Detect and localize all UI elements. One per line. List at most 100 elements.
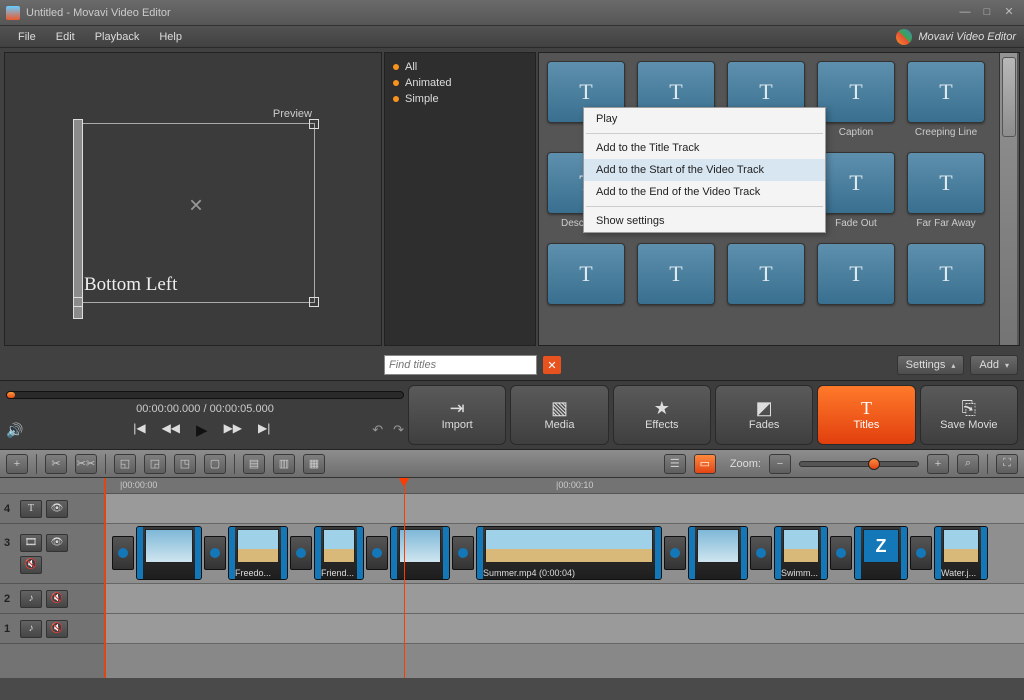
resize-handle-tl[interactable]	[73, 119, 83, 319]
transition[interactable]	[112, 536, 134, 570]
resize-handle-br[interactable]	[309, 297, 319, 307]
prev-keyframe-button[interactable]: |◀	[133, 421, 145, 439]
track-toggle-icon[interactable]: 👁	[46, 534, 68, 552]
undo-button[interactable]: ↶	[372, 422, 383, 438]
title-tile[interactable]: TCreeping Line	[907, 61, 985, 138]
clip[interactable]	[136, 526, 202, 580]
search-titles-input[interactable]	[384, 355, 537, 375]
tool-button[interactable]: ▢	[204, 454, 226, 474]
transition[interactable]	[750, 536, 772, 570]
module-fades[interactable]: ◩Fades	[715, 385, 813, 445]
track-header-1[interactable]: 1♪🔇	[0, 614, 104, 644]
step-back-button[interactable]: ◀◀	[162, 421, 180, 439]
clip[interactable]	[390, 526, 450, 580]
track-header-3[interactable]: 3🎞👁🔇	[0, 524, 104, 584]
transition[interactable]	[664, 536, 686, 570]
menu-playback[interactable]: Playback	[85, 28, 150, 46]
transition[interactable]	[290, 536, 312, 570]
scrollbar-thumb[interactable]	[1002, 57, 1016, 137]
view-mode-button-active[interactable]: ▭	[694, 454, 716, 474]
transition[interactable]	[910, 536, 932, 570]
zoom-in-button[interactable]: +	[927, 454, 949, 474]
track-header-4[interactable]: 4T👁	[0, 494, 104, 524]
cut-button[interactable]: ✂	[45, 454, 67, 474]
cat-all[interactable]: All	[393, 59, 527, 75]
settings-dropdown[interactable]: Settings▴	[897, 355, 965, 375]
title-tile[interactable]: T	[817, 243, 895, 305]
clip[interactable]: Z	[854, 526, 908, 580]
title-tile[interactable]: TFar Far Away	[907, 152, 985, 229]
title-tile[interactable]: T	[547, 243, 625, 305]
title-tile[interactable]: T	[637, 243, 715, 305]
menu-edit[interactable]: Edit	[46, 28, 85, 46]
title-tile[interactable]: T	[907, 243, 985, 305]
preview-frame[interactable]: Preview ✕ Bottom Left	[77, 123, 315, 303]
module-effects[interactable]: ★Effects	[613, 385, 711, 445]
clip[interactable]	[688, 526, 748, 580]
ctx-show-settings[interactable]: Show settings	[584, 210, 825, 232]
tool-button[interactable]: ▥	[273, 454, 295, 474]
menu-file[interactable]: File	[8, 28, 46, 46]
title-tile[interactable]: TFade Out	[817, 152, 895, 229]
module-media[interactable]: ▧Media	[510, 385, 608, 445]
zoom-fit-button[interactable]: ⌕	[957, 454, 979, 474]
title-tile[interactable]: TCaption	[817, 61, 895, 138]
gallery-scrollbar[interactable]	[999, 53, 1017, 345]
resize-handle-tr[interactable]	[309, 119, 319, 129]
cat-simple[interactable]: Simple	[393, 91, 527, 107]
tool-button[interactable]: ◲	[144, 454, 166, 474]
clip[interactable]: Freedo...	[228, 526, 288, 580]
transition[interactable]	[366, 536, 388, 570]
volume-icon[interactable]: 🔊	[6, 422, 23, 439]
zoom-slider-thumb[interactable]	[868, 458, 880, 470]
tool-button[interactable]: ◱	[114, 454, 136, 474]
tool-button[interactable]: ▤	[243, 454, 265, 474]
clip[interactable]: Friend...	[314, 526, 364, 580]
lane-audio-1[interactable]	[106, 614, 1024, 644]
module-save-movie[interactable]: ⎘Save Movie	[920, 385, 1018, 445]
transition[interactable]	[204, 536, 226, 570]
add-dropdown[interactable]: Add▾	[970, 355, 1018, 375]
transition[interactable]	[830, 536, 852, 570]
zoom-slider[interactable]	[799, 461, 919, 467]
mute-icon[interactable]: 🔇	[20, 556, 42, 574]
ctx-add-start-video-track[interactable]: Add to the Start of the Video Track	[584, 159, 825, 181]
mute-icon[interactable]: 🔇	[46, 590, 68, 608]
maximize-button[interactable]: □	[978, 6, 996, 20]
view-mode-button[interactable]: ☰	[664, 454, 686, 474]
close-button[interactable]: ✕	[1000, 6, 1018, 20]
lane-title[interactable]	[106, 494, 1024, 524]
play-button[interactable]: ▶	[196, 421, 208, 439]
tool-button[interactable]: ◳	[174, 454, 196, 474]
track-header-2[interactable]: 2♪🔇	[0, 584, 104, 614]
title-tile[interactable]: T	[727, 243, 805, 305]
menu-help[interactable]: Help	[149, 28, 192, 46]
tracks-area[interactable]: |00:00:00 |00:00:10 Freedo... Friend... …	[106, 478, 1024, 678]
transition[interactable]	[452, 536, 474, 570]
minimize-button[interactable]: —	[956, 6, 974, 20]
module-import[interactable]: ⇥Import	[408, 385, 506, 445]
lane-audio-2[interactable]	[106, 584, 1024, 614]
clip[interactable]: Swimm...	[774, 526, 828, 580]
redo-button[interactable]: ↷	[393, 422, 404, 438]
step-fwd-button[interactable]: ▶▶	[224, 421, 242, 439]
ctx-add-title-track[interactable]: Add to the Title Track	[584, 137, 825, 159]
ctx-add-end-video-track[interactable]: Add to the End of the Video Track	[584, 181, 825, 203]
preview-pane[interactable]: Preview ✕ Bottom Left	[4, 52, 382, 346]
fullscreen-button[interactable]: ⛶	[996, 454, 1018, 474]
cut-multi-button[interactable]: ✂✂	[75, 454, 97, 474]
track-toggle-icon[interactable]: 👁	[46, 500, 68, 518]
zoom-out-button[interactable]: −	[769, 454, 791, 474]
clip[interactable]: Summer.mp4 (0:00:04)	[476, 526, 662, 580]
next-keyframe-button[interactable]: ▶|	[258, 421, 270, 439]
time-ruler[interactable]: |00:00:00 |00:00:10	[106, 478, 1024, 494]
ctx-play[interactable]: Play	[584, 108, 825, 130]
lane-video[interactable]: Freedo... Friend... Summer.mp4 (0:00:04)…	[106, 524, 1024, 584]
mute-icon[interactable]: 🔇	[46, 620, 68, 638]
playhead[interactable]	[404, 478, 405, 678]
resize-handle-bl[interactable]	[73, 297, 83, 307]
clear-search-button[interactable]: ✕	[543, 356, 561, 374]
tool-button[interactable]: ▦	[303, 454, 325, 474]
add-marker-button[interactable]: +	[6, 454, 28, 474]
module-titles[interactable]: TTitles	[817, 385, 915, 445]
